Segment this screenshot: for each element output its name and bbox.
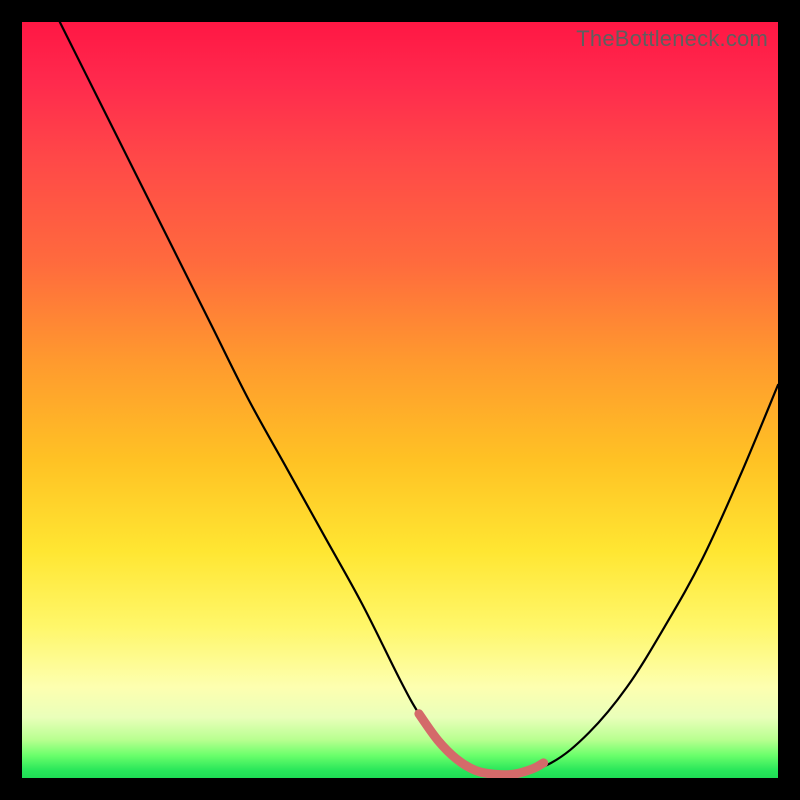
- watermark-text: TheBottleneck.com: [576, 26, 768, 52]
- optimal-region-path: [419, 714, 544, 775]
- chart-frame: TheBottleneck.com: [0, 0, 800, 800]
- curve-layer: [22, 22, 778, 778]
- plot-area: TheBottleneck.com: [22, 22, 778, 778]
- bottleneck-curve-path: [60, 22, 778, 775]
